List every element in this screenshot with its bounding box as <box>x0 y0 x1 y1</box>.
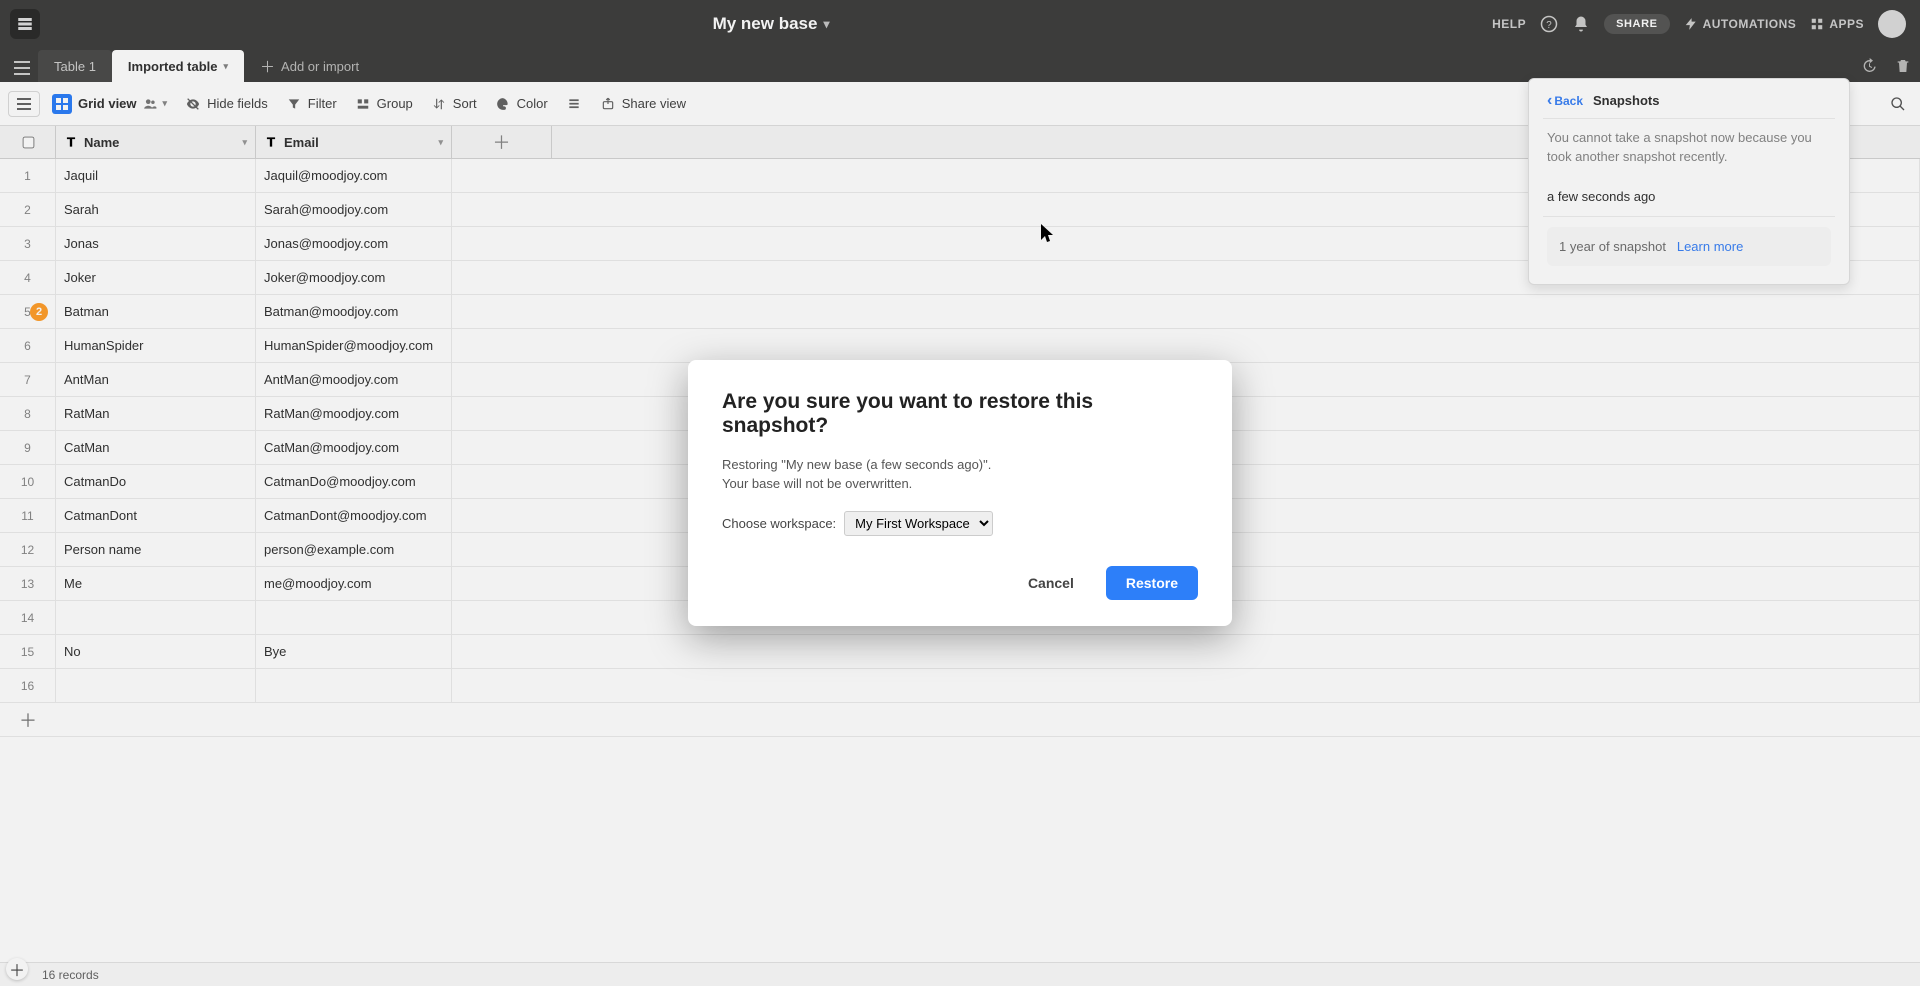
cancel-button[interactable]: Cancel <box>1008 566 1094 600</box>
choose-workspace-label: Choose workspace: <box>722 516 836 531</box>
modal-overlay[interactable]: Are you sure you want to restore this sn… <box>0 0 1920 986</box>
modal-body: Restoring "My new base (a few seconds ag… <box>722 456 1198 492</box>
restore-button[interactable]: Restore <box>1106 566 1198 600</box>
modal-title: Are you sure you want to restore this sn… <box>722 390 1198 438</box>
modal-body-line: Your base will not be overwritten. <box>722 476 912 491</box>
workspace-select[interactable]: My First Workspace <box>844 511 993 536</box>
modal-body-line: Restoring "My new base (a few seconds ag… <box>722 457 991 472</box>
restore-snapshot-modal: Are you sure you want to restore this sn… <box>688 360 1232 625</box>
